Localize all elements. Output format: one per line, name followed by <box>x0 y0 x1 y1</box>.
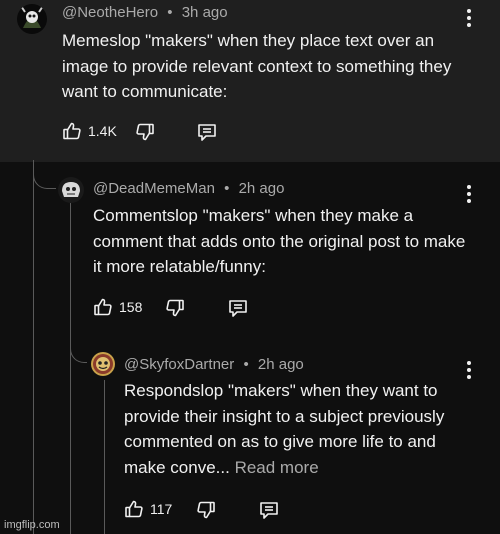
dislike-button[interactable] <box>196 499 216 521</box>
like-count: 117 <box>150 501 173 517</box>
comment-text: Commentslop "makers" when they make a co… <box>93 206 466 276</box>
reply-icon <box>198 124 216 141</box>
reply-icon <box>260 502 278 519</box>
reply-icon <box>229 300 247 317</box>
meta-separator: • <box>224 180 230 197</box>
like-count: 158 <box>119 299 143 315</box>
imgflip-watermark: imgflip.com <box>4 519 60 531</box>
comment-meta: @DeadMemeMan • 2h ago <box>93 180 284 197</box>
thread-line-reply <box>70 203 71 534</box>
comment-text: Memeslop "makers" when they place text o… <box>62 31 452 101</box>
avatar-neothehero[interactable] <box>17 4 47 34</box>
comment-text: Respondslop "makers" when they want to p… <box>124 378 474 480</box>
thread-line-nested <box>104 380 105 534</box>
more-vert-icon <box>467 9 471 13</box>
dislike-button[interactable] <box>135 121 155 143</box>
like-button[interactable]: 1.4K <box>62 120 117 142</box>
comment-author[interactable]: @NeotheHero <box>62 4 158 21</box>
avatar-skyfoxdartner[interactable] <box>91 352 115 376</box>
more-options-button[interactable] <box>466 185 472 205</box>
thumb-up-icon <box>63 122 81 140</box>
thumb-down-icon <box>136 123 154 141</box>
more-options-button[interactable] <box>466 9 472 29</box>
reply-button[interactable] <box>258 499 280 521</box>
more-vert-icon <box>467 185 471 189</box>
comment-meta: @SkyfoxDartner • 2h ago <box>124 356 304 373</box>
comment-time: 3h ago <box>181 4 228 21</box>
like-button[interactable]: 117 <box>124 498 172 520</box>
comment-time: 2h ago <box>238 180 285 197</box>
like-button[interactable]: 158 <box>93 296 142 318</box>
comment-author[interactable]: @SkyfoxDartner <box>124 356 234 373</box>
thumb-down-icon <box>197 501 215 519</box>
reply-button[interactable] <box>227 297 249 319</box>
meta-separator: • <box>243 356 249 373</box>
comment-time: 2h ago <box>257 356 304 373</box>
thread-connector-reply-2 <box>70 332 87 363</box>
dislike-button[interactable] <box>165 297 185 319</box>
read-more-link[interactable]: Read more <box>235 458 319 477</box>
avatar-deadmememan[interactable] <box>58 177 84 203</box>
like-count: 1.4K <box>88 123 117 139</box>
meta-separator: • <box>167 4 173 21</box>
thumb-up-icon <box>125 500 143 518</box>
thread-connector-reply-1 <box>33 162 56 189</box>
comment-meta: @NeotheHero • 3h ago <box>62 4 228 21</box>
thumb-down-icon <box>166 299 184 317</box>
more-vert-icon <box>467 361 471 365</box>
thumb-up-icon <box>94 298 112 316</box>
comment-author[interactable]: @DeadMemeMan <box>93 180 215 197</box>
reply-button[interactable] <box>196 121 218 143</box>
thread-line-main <box>33 160 34 534</box>
